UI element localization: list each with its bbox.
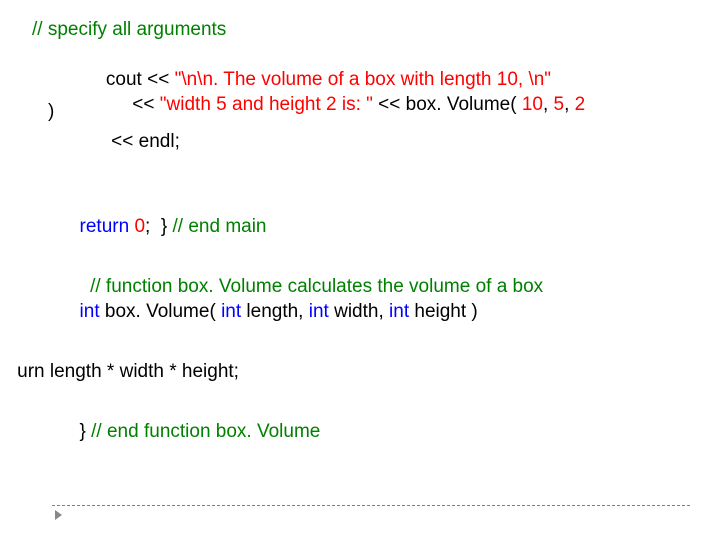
num-10: 10	[522, 94, 543, 115]
close-paren: )	[48, 100, 54, 125]
call-start: << box. Volume(	[373, 94, 522, 115]
close-main: ; }	[145, 216, 172, 237]
kw-int-3: int	[309, 301, 329, 322]
indent-3a: <<	[53, 94, 160, 115]
comma-2: ,	[564, 94, 575, 115]
num-2: 2	[575, 94, 586, 115]
indent-7	[53, 216, 79, 237]
slide: // specify all arguments cout << "\n\n. …	[0, 0, 720, 540]
num-0: 0	[134, 216, 145, 237]
indent-10	[53, 301, 79, 322]
string-2: "width 5 and height 2 is: "	[160, 94, 373, 115]
kw-return: return	[80, 216, 130, 237]
bullet-arrow-icon	[55, 510, 62, 520]
kw-int-1: int	[80, 301, 100, 322]
code-line-1: // specify all arguments	[32, 18, 226, 43]
code-line-end-func: } // end function box. Volume	[32, 395, 320, 469]
divider	[52, 505, 690, 506]
num-5: 5	[554, 94, 565, 115]
comment-end-main: // end main	[173, 216, 267, 237]
kw-int-4: int	[389, 301, 409, 322]
comment-end-func: // end function box. Volume	[91, 421, 320, 442]
code-line-endl: << endl;	[32, 130, 180, 155]
cut-urn: urn	[17, 361, 44, 382]
sig-2: length,	[241, 301, 309, 322]
comma-1: ,	[543, 94, 554, 115]
comment-specify: // specify all arguments	[32, 19, 226, 40]
sig-1: box. Volume(	[100, 301, 221, 322]
expr-body: length * width * height;	[45, 361, 239, 382]
sig-3: width,	[329, 301, 389, 322]
kw-int-2: int	[221, 301, 241, 322]
close-brace: }	[53, 421, 91, 442]
sig-4: height )	[409, 301, 478, 322]
